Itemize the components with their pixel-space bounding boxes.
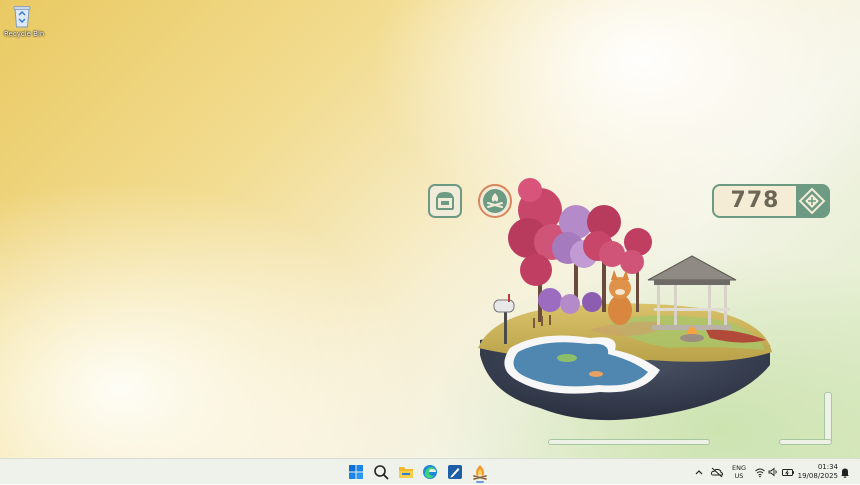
battery-charging-icon xyxy=(782,469,794,476)
gem-icon xyxy=(796,186,828,216)
progress-track xyxy=(548,439,710,445)
frame-corner-vertical xyxy=(824,392,832,444)
language-code: ENG xyxy=(731,464,746,472)
recycle-bin-shortcut[interactable]: Recycle Bin xyxy=(4,4,45,38)
recycle-bin-icon xyxy=(12,4,32,28)
input-language-indicator[interactable]: ENG US xyxy=(729,464,749,480)
file-explorer-button[interactable] xyxy=(397,463,415,481)
game-app-button[interactable] xyxy=(471,463,489,481)
search-icon xyxy=(374,465,389,480)
folder-icon xyxy=(399,467,413,478)
network-button[interactable] xyxy=(754,463,766,481)
island-scene xyxy=(478,178,772,421)
active-app-indicator xyxy=(476,481,484,483)
pen-app-button[interactable] xyxy=(446,463,464,481)
onedrive-status-button[interactable] xyxy=(710,463,724,481)
region-code: US xyxy=(734,472,744,480)
clock-time: 01:34 xyxy=(817,463,838,471)
shop-icon xyxy=(436,192,454,210)
edge-icon xyxy=(423,465,437,479)
windows-logo-icon xyxy=(349,465,363,479)
show-hidden-icons-button[interactable] xyxy=(693,463,705,481)
desktop: Recycle Bin 778 xyxy=(0,0,860,458)
speaker-icon xyxy=(768,467,777,477)
clock[interactable]: 01:34 19/08/2025 xyxy=(798,463,838,481)
frame-corner-horizontal xyxy=(779,439,832,445)
clock-date: 19/08/2025 xyxy=(797,472,838,480)
shop-button[interactable] xyxy=(428,184,462,218)
pen-app-icon xyxy=(448,465,462,479)
battery-button[interactable] xyxy=(781,463,795,481)
cloud-off-icon xyxy=(710,467,724,478)
search-button[interactable] xyxy=(372,463,390,481)
notifications-button[interactable] xyxy=(839,463,851,481)
volume-button[interactable] xyxy=(767,463,779,481)
edge-button[interactable] xyxy=(421,463,439,481)
taskbar: ENG US 01:34 19/08/2025 xyxy=(0,458,860,484)
recycle-bin-label: Recycle Bin xyxy=(4,30,45,38)
chevron-up-icon xyxy=(695,470,703,475)
bell-icon xyxy=(841,468,849,478)
wifi-icon xyxy=(755,468,765,478)
campfire-app-icon xyxy=(473,465,487,480)
start-button[interactable] xyxy=(347,463,365,481)
